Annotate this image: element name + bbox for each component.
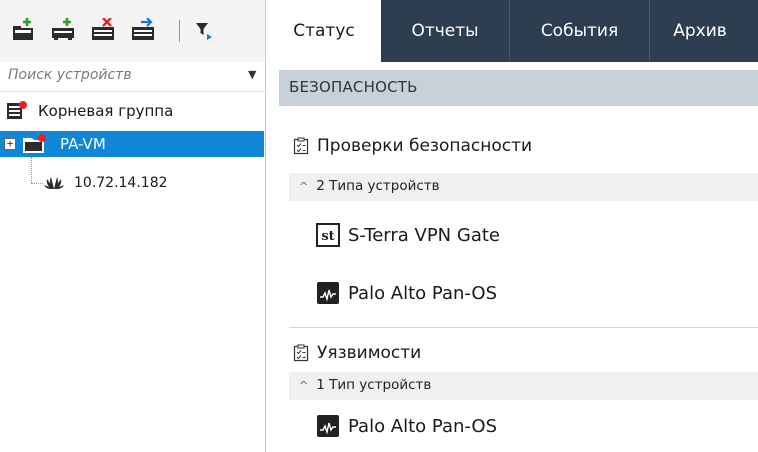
section-header-security: БЕЗОПАСНОСТЬ: [279, 70, 758, 106]
server-group-icon: [7, 101, 27, 119]
group-label: 2 Типа устройств: [316, 178, 440, 194]
device-type-label: S-Terra VPN Gate: [348, 224, 500, 246]
device-type-label: Palo Alto Pan-OS: [348, 282, 497, 304]
add-group-button[interactable]: [10, 16, 38, 44]
tree-item-label: Корневая группа: [38, 102, 174, 120]
add-device-icon: [52, 18, 74, 40]
palo-alto-logo-icon: [317, 415, 339, 437]
checklist-icon: [293, 344, 309, 362]
toolbar-separator: [179, 20, 180, 42]
add-device-button[interactable]: [50, 16, 78, 44]
device-type-group[interactable]: ^ 1 Тип устройств: [289, 372, 758, 400]
tab-reports[interactable]: Отчеты: [381, 0, 509, 62]
search-input[interactable]: Поиск устройств: [8, 67, 132, 83]
device-search[interactable]: Поиск устройств ▼: [0, 62, 265, 92]
tree-toolbar: [0, 0, 265, 62]
device-type-item[interactable]: Palo Alto Pan-OS: [316, 281, 497, 305]
section-title: БЕЗОПАСНОСТЬ: [289, 78, 418, 96]
vulnerabilities-title: Уязвимости: [293, 343, 421, 363]
group-label-row: ^ 2 Типа устройств: [299, 178, 440, 194]
delete-device-icon: [92, 18, 114, 40]
move-device-button[interactable]: [130, 16, 158, 44]
tree-item-label: PA-VM: [60, 135, 106, 153]
device-type-label: Palo Alto Pan-OS: [348, 415, 497, 437]
filter-icon: [196, 23, 212, 40]
group-label: 1 Тип устройств: [316, 377, 432, 393]
tree-item-root-group[interactable]: Корневая группа: [6, 98, 264, 124]
section-divider: [289, 327, 758, 328]
add-group-icon: [13, 18, 33, 40]
device-type-item[interactable]: st S-Terra VPN Gate: [316, 223, 500, 247]
expand-icon[interactable]: +: [4, 138, 16, 150]
security-checks-title: Проверки безопасности: [293, 136, 532, 156]
filter-button[interactable]: [190, 16, 218, 44]
tab-label: Статус: [293, 21, 355, 41]
folder-alert-icon: [23, 134, 46, 153]
svg-text:st: st: [321, 229, 334, 244]
tab-bar: Статус Отчеты События Архив: [267, 0, 758, 62]
search-dropdown-icon[interactable]: ▼: [248, 68, 256, 81]
checklist-icon: [293, 137, 309, 155]
move-device-icon: [132, 18, 154, 40]
tree-item-device[interactable]: 10.72.14.182: [26, 170, 264, 196]
tree-item-pa-vm[interactable]: + PA-VM: [0, 131, 264, 157]
tab-events[interactable]: События: [510, 0, 649, 62]
device-ip-label: 10.72.14.182: [74, 175, 168, 191]
group-label-row: ^ 1 Тип устройств: [299, 377, 431, 393]
s-terra-logo-icon: st: [316, 223, 340, 247]
check-title-text: Проверки безопасности: [317, 136, 533, 156]
collapse-chevron-icon[interactable]: ^: [299, 379, 308, 392]
delete-device-button[interactable]: [90, 16, 118, 44]
palo-alto-logo-icon: [317, 282, 339, 304]
device-type-group[interactable]: ^ 2 Типа устройств: [289, 173, 758, 201]
check-title-text: Уязвимости: [317, 343, 422, 363]
tab-archive[interactable]: Архив: [650, 0, 750, 62]
tab-label: События: [540, 21, 619, 41]
tab-label: Отчеты: [411, 21, 479, 41]
collapse-chevron-icon[interactable]: ^: [299, 180, 308, 193]
huawei-logo-icon: [44, 177, 64, 189]
tab-label: Архив: [673, 21, 727, 41]
tab-status[interactable]: Статус: [267, 0, 381, 62]
device-type-item[interactable]: Palo Alto Pan-OS: [316, 414, 497, 438]
